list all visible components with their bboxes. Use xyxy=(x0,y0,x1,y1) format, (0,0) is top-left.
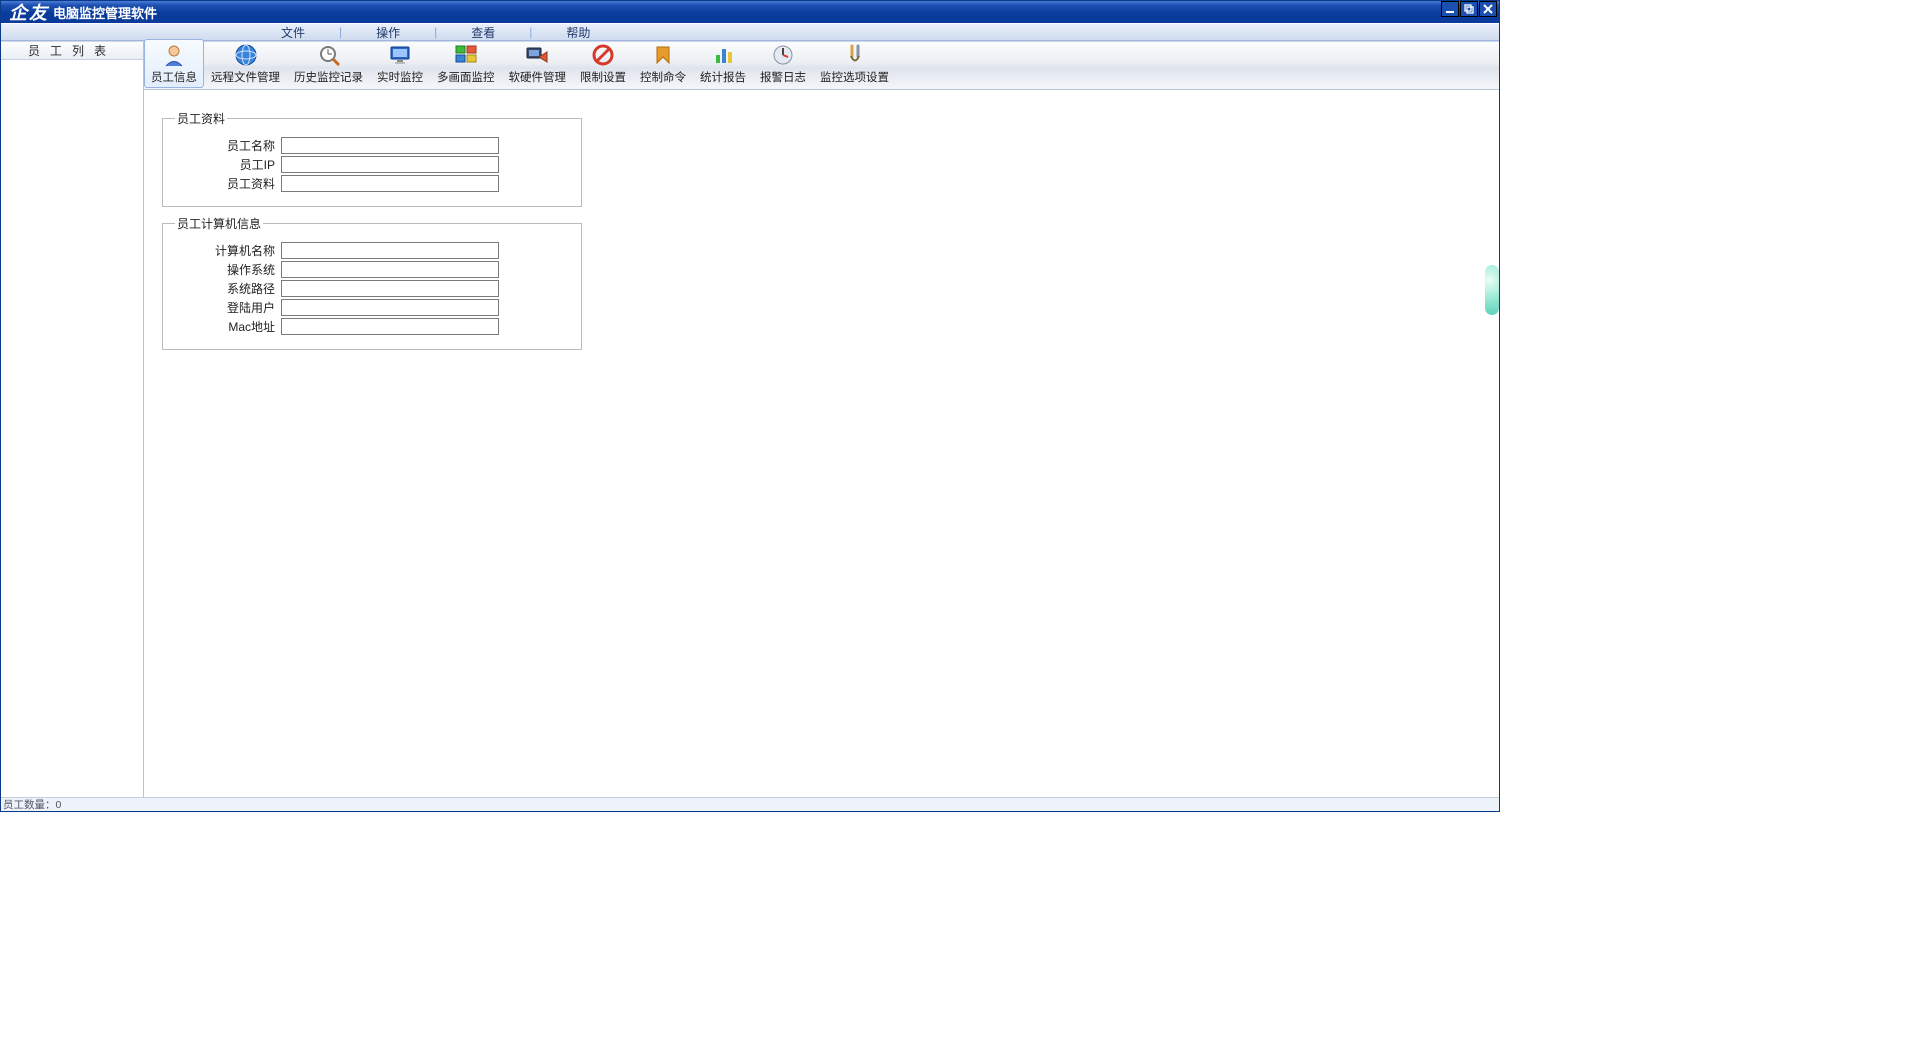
toolbar-label: 监控选项设置 xyxy=(820,69,889,85)
toolbar-label: 限制设置 xyxy=(580,69,626,85)
body: 员工列表 员工信息 远程文件管理 xyxy=(1,41,1499,797)
toolbar-history[interactable]: 历史监控记录 xyxy=(287,39,370,88)
settings-icon xyxy=(842,42,868,68)
toolbar-label: 报警日志 xyxy=(760,69,806,85)
toolbar-alarm[interactable]: 报警日志 xyxy=(753,39,813,88)
input-syspath[interactable] xyxy=(281,280,499,297)
toolbar-restrict[interactable]: 限制设置 xyxy=(573,39,633,88)
input-os[interactable] xyxy=(281,261,499,278)
label-syspath: 系统路径 xyxy=(171,280,281,297)
label-mac: Mac地址 xyxy=(171,318,281,335)
toolbar-label: 实时监控 xyxy=(377,69,423,85)
input-hostname[interactable] xyxy=(281,242,499,259)
globe-icon xyxy=(233,42,259,68)
monitor-icon xyxy=(387,42,413,68)
input-emp-ip[interactable] xyxy=(281,156,499,173)
label-emp-info: 员工资料 xyxy=(171,175,281,192)
scrollbar-thumb[interactable] xyxy=(1485,265,1499,315)
toolbar-multiview[interactable]: 多画面监控 xyxy=(430,39,502,88)
menu-operate[interactable]: 操作 xyxy=(356,24,420,41)
toolbar-command[interactable]: 控制命令 xyxy=(633,39,693,88)
input-loginuser[interactable] xyxy=(281,299,499,316)
label-os: 操作系统 xyxy=(171,261,281,278)
app-window: 企友 电脑监控管理软件 文件 | 操作 | 查看 | 帮助 员工列表 xyxy=(0,0,1500,812)
toolbar-hw-sw[interactable]: 软硬件管理 xyxy=(502,39,574,88)
forbid-icon xyxy=(590,42,616,68)
status-text: 员工数量：0 xyxy=(3,797,61,812)
toolbar-label: 多画面监控 xyxy=(437,69,495,85)
user-icon xyxy=(161,42,187,68)
group-computer-legend: 员工计算机信息 xyxy=(175,215,263,232)
menu-view[interactable]: 查看 xyxy=(451,24,515,41)
employee-list[interactable] xyxy=(1,60,143,797)
toolbar-remote-file[interactable]: 远程文件管理 xyxy=(204,39,287,88)
input-emp-info[interactable] xyxy=(281,175,499,192)
toolbar-employee-info[interactable]: 员工信息 xyxy=(144,39,204,88)
titlebar: 企友 电脑监控管理软件 xyxy=(1,1,1499,23)
toolbar-settings[interactable]: 监控选项设置 xyxy=(813,39,896,88)
report-icon xyxy=(710,42,736,68)
command-icon xyxy=(650,42,676,68)
menu-file[interactable]: 文件 xyxy=(261,24,325,41)
group-computer: 员工计算机信息 计算机名称 操作系统 系统路径 登陆用户 xyxy=(162,215,582,350)
statusbar: 员工数量：0 xyxy=(1,797,1499,811)
toolbar-realtime[interactable]: 实时监控 xyxy=(370,39,430,88)
app-logo: 企友 电脑监控管理软件 xyxy=(7,1,157,23)
toolbar-label: 员工信息 xyxy=(151,69,197,85)
group-employee: 员工资料 员工名称 员工IP 员工资料 xyxy=(162,110,582,207)
sidebar-header: 员工列表 xyxy=(1,42,143,60)
input-emp-name[interactable] xyxy=(281,137,499,154)
group-employee-legend: 员工资料 xyxy=(175,110,227,127)
label-hostname: 计算机名称 xyxy=(171,242,281,259)
toolbar: 员工信息 远程文件管理 历史监控记录 xyxy=(144,42,1499,90)
app-subtitle: 电脑监控管理软件 xyxy=(53,3,157,22)
maximize-button[interactable] xyxy=(1460,1,1478,17)
alarm-icon xyxy=(770,42,796,68)
close-button[interactable] xyxy=(1479,1,1497,17)
toolbar-label: 远程文件管理 xyxy=(211,69,280,85)
input-mac[interactable] xyxy=(281,318,499,335)
window-controls xyxy=(1440,1,1497,23)
label-emp-name: 员工名称 xyxy=(171,137,281,154)
toolbar-report[interactable]: 统计报告 xyxy=(693,39,753,88)
multiview-icon xyxy=(453,42,479,68)
menu-help[interactable]: 帮助 xyxy=(546,24,610,41)
label-loginuser: 登陆用户 xyxy=(171,299,281,316)
sidebar: 员工列表 xyxy=(1,42,144,797)
minimize-button[interactable] xyxy=(1441,1,1459,17)
label-emp-ip: 员工IP xyxy=(171,156,281,173)
toolbar-label: 软硬件管理 xyxy=(509,69,567,85)
history-icon xyxy=(316,42,342,68)
logo-text: 企友 xyxy=(9,0,49,25)
toolbar-label: 历史监控记录 xyxy=(294,69,363,85)
main-column: 员工信息 远程文件管理 历史监控记录 xyxy=(144,42,1499,797)
content-area: 员工资料 员工名称 员工IP 员工资料 员工计算机信息 xyxy=(144,90,1499,797)
toolbar-label: 统计报告 xyxy=(700,69,746,85)
toolbar-label: 控制命令 xyxy=(640,69,686,85)
hardware-icon xyxy=(524,42,550,68)
